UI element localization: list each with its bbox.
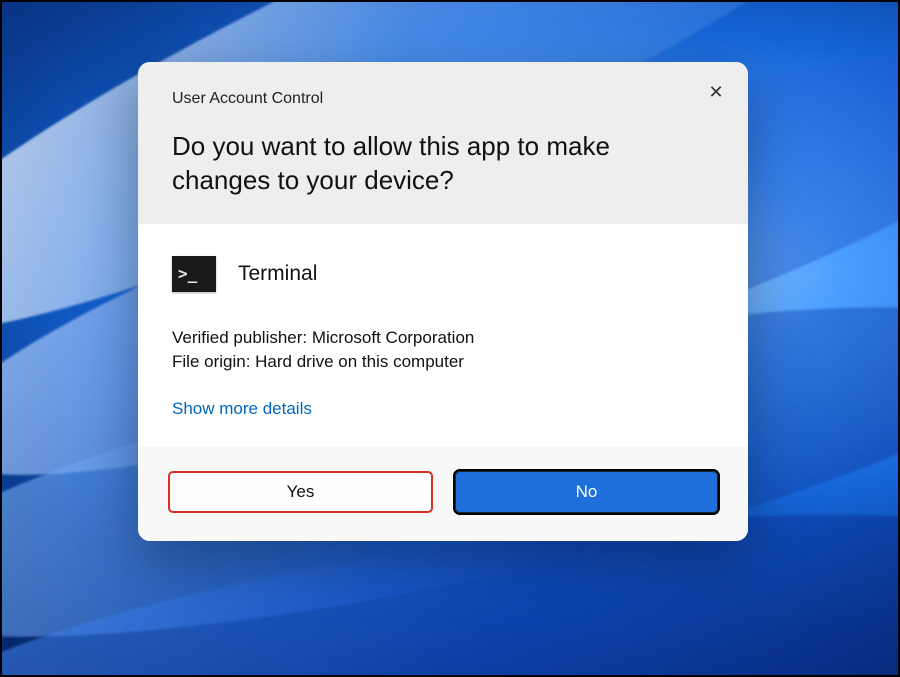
dialog-body: >_ Terminal Verified publisher: Microsof… bbox=[138, 224, 748, 447]
no-button[interactable]: No bbox=[455, 471, 718, 513]
show-more-details-link[interactable]: Show more details bbox=[172, 399, 312, 419]
dialog-title: User Account Control bbox=[172, 90, 714, 108]
dialog-header: ✕ User Account Control Do you want to al… bbox=[138, 62, 748, 224]
yes-button[interactable]: Yes bbox=[168, 471, 433, 513]
terminal-icon: >_ bbox=[172, 256, 216, 292]
publisher-line: Verified publisher: Microsoft Corporatio… bbox=[172, 326, 714, 351]
dialog-footer: Yes No bbox=[138, 447, 748, 541]
uac-dialog: ✕ User Account Control Do you want to al… bbox=[138, 62, 748, 541]
file-origin-line: File origin: Hard drive on this computer bbox=[172, 350, 714, 375]
app-name: Terminal bbox=[238, 262, 317, 286]
app-row: >_ Terminal bbox=[172, 256, 714, 292]
close-icon[interactable]: ✕ bbox=[702, 78, 730, 106]
dialog-heading: Do you want to allow this app to make ch… bbox=[172, 130, 714, 198]
